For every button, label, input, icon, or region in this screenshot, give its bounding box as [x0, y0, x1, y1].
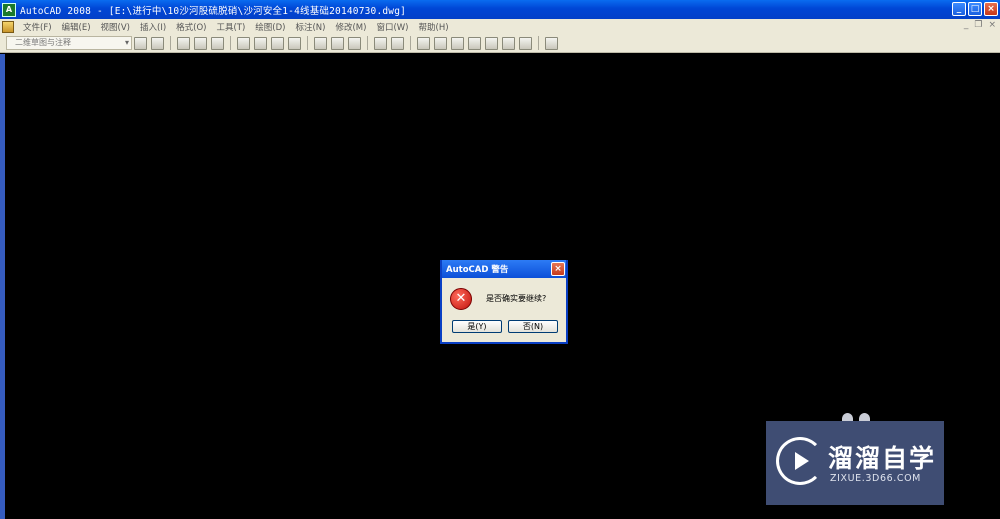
watermark-badge: 溜溜自学 ZIXUE.3D66.COM	[766, 421, 944, 505]
menu-help[interactable]: 帮助(H)	[414, 21, 454, 33]
document-icon[interactable]	[2, 20, 14, 33]
menu-insert[interactable]: 插入(I)	[135, 21, 171, 33]
minimize-button[interactable]: _	[952, 2, 966, 16]
doc-minimize-button[interactable]: _	[964, 20, 969, 30]
workspace-dropdown[interactable]: 二维草图与注释 ▾	[6, 36, 132, 50]
standard-toolbar: 二维草图与注释 ▾	[0, 34, 1000, 53]
maximize-button[interactable]: □	[968, 2, 982, 16]
tool-palettes-icon[interactable]	[485, 36, 498, 50]
workspace-settings-icon[interactable]	[134, 36, 147, 50]
toolbar-separator	[170, 36, 171, 50]
calculator-icon[interactable]	[545, 36, 558, 50]
plot-icon[interactable]	[237, 36, 250, 50]
menu-window[interactable]: 窗口(W)	[371, 21, 413, 33]
open-icon[interactable]	[194, 36, 207, 50]
paste-icon[interactable]	[331, 36, 344, 50]
menu-modify[interactable]: 修改(M)	[330, 21, 371, 33]
match-properties-icon[interactable]	[348, 36, 361, 50]
menu-edit[interactable]: 编辑(E)	[57, 21, 96, 33]
menu-bar: 文件(F) 编辑(E) 视图(V) 插入(I) 格式(O) 工具(T) 绘图(D…	[0, 19, 1000, 34]
copy-icon[interactable]	[314, 36, 327, 50]
dialog-close-button[interactable]: ×	[551, 262, 565, 276]
doc-restore-button[interactable]: ❐	[974, 20, 982, 30]
dialog-title: AutoCAD 警告	[446, 265, 509, 275]
workspace-value: 二维草图与注释	[15, 38, 71, 47]
toolbar-separator	[410, 36, 411, 50]
pan-icon[interactable]	[417, 36, 430, 50]
plot-preview-icon[interactable]	[254, 36, 267, 50]
warning-dialog: AutoCAD 警告 × ✕ 是否确实要继续? 是(Y) 否(N)	[440, 260, 568, 344]
error-icon: ✕	[450, 288, 472, 310]
play-icon	[795, 452, 809, 470]
doc-close-button[interactable]: ×	[988, 20, 996, 30]
menu-view[interactable]: 视图(V)	[96, 21, 135, 33]
yes-button[interactable]: 是(Y)	[452, 320, 502, 333]
document-window-controls: _ ❐ ×	[964, 20, 996, 30]
menu-file[interactable]: 文件(F)	[18, 21, 57, 33]
dialog-message: 是否确实要继续?	[486, 294, 547, 303]
new-icon[interactable]	[177, 36, 190, 50]
workspace-save-icon[interactable]	[151, 36, 164, 50]
watermark-brand: 溜溜自学	[828, 444, 937, 473]
chevron-down-icon[interactable]: ▾	[125, 37, 129, 49]
design-center-icon[interactable]	[468, 36, 481, 50]
menu-tools[interactable]: 工具(T)	[211, 21, 250, 33]
toolbar-separator	[367, 36, 368, 50]
save-icon[interactable]	[211, 36, 224, 50]
sheet-set-icon[interactable]	[502, 36, 515, 50]
toolbar-separator	[230, 36, 231, 50]
menu-dimension[interactable]: 标注(N)	[290, 21, 330, 33]
toolbar-separator	[538, 36, 539, 50]
window-title: AutoCAD 2008 - [E:\进行中\10沙河股硫脱硝\沙河安全1-4线…	[20, 5, 407, 17]
publish-icon[interactable]	[271, 36, 284, 50]
autocad-app-icon[interactable]: A	[2, 2, 16, 17]
menu-format[interactable]: 格式(O)	[171, 21, 211, 33]
no-button[interactable]: 否(N)	[508, 320, 558, 333]
undo-icon[interactable]	[374, 36, 387, 50]
cut-icon[interactable]	[288, 36, 301, 50]
toolbar-separator	[307, 36, 308, 50]
zoom-icon[interactable]	[434, 36, 447, 50]
dialog-title-bar[interactable]: AutoCAD 警告	[442, 260, 566, 278]
watermark-url: ZIXUE.3D66.COM	[830, 473, 921, 484]
menu-draw[interactable]: 绘图(D)	[250, 21, 290, 33]
title-bar: A AutoCAD 2008 - [E:\进行中\10沙河股硫脱硝\沙河安全1-…	[0, 0, 1000, 19]
markup-icon[interactable]	[519, 36, 532, 50]
redo-icon[interactable]	[391, 36, 404, 50]
close-button[interactable]: ×	[984, 2, 998, 16]
properties-icon[interactable]	[451, 36, 464, 50]
window-controls: _ □ ×	[952, 2, 998, 16]
